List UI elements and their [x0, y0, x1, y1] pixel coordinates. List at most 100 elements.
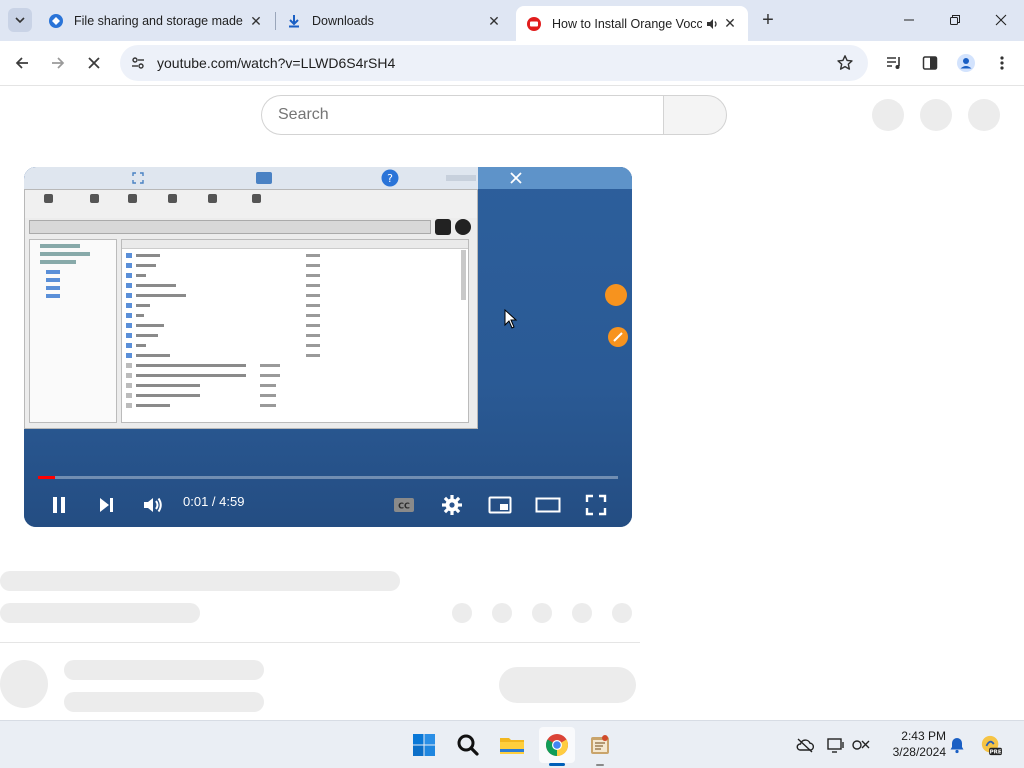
back-button[interactable] [8, 49, 36, 77]
orange-edit-icon [608, 327, 628, 347]
miniplayer-button[interactable] [486, 491, 514, 519]
folder-icon [500, 738, 524, 754]
fullscreen-icon [132, 172, 144, 184]
site-info-icon[interactable] [126, 51, 150, 75]
system-clock[interactable]: 2:43 PM 3/28/2024 [870, 728, 946, 760]
monitor-icon [256, 172, 272, 184]
theater-mode-button[interactable] [534, 491, 562, 519]
pause-icon [53, 497, 65, 513]
music-queue-icon [887, 57, 900, 69]
open-app-indicator [596, 764, 604, 766]
tool-button [83, 194, 105, 205]
tool-button [161, 194, 183, 205]
forward-button[interactable] [44, 49, 72, 77]
close-icon [88, 57, 100, 69]
file-manager-path-bar [29, 220, 431, 234]
captions-button[interactable]: CC [390, 491, 418, 519]
skeleton-action [532, 603, 552, 623]
skeleton-subtitle [0, 603, 200, 623]
folder-tree [29, 239, 117, 423]
notifications-bell-icon[interactable] [946, 734, 968, 756]
youtube-search-button[interactable] [663, 95, 727, 135]
fullscreen-button[interactable] [582, 491, 610, 519]
tab-title: File sharing and storage made [74, 14, 243, 28]
next-button[interactable] [92, 491, 120, 519]
onedrive-icon[interactable] [794, 734, 816, 756]
close-icon[interactable]: ✕ [248, 13, 264, 29]
mouse-cursor-icon [504, 309, 518, 329]
header-icon-placeholder[interactable] [920, 99, 952, 131]
side-panel-button[interactable] [916, 49, 944, 77]
url-text[interactable]: youtube.com/watch?v=LLWD6S4rSH4 [157, 55, 395, 71]
restore-button[interactable] [932, 0, 978, 40]
volume-icon [144, 497, 162, 513]
header-icon-placeholder[interactable] [968, 99, 1000, 131]
speaker-icon[interactable] [702, 16, 722, 32]
tool-button [245, 194, 267, 205]
tool-button [201, 194, 223, 205]
volume-muted-icon[interactable] [850, 734, 872, 756]
windows-taskbar: 2:43 PM 3/28/2024 PRE [0, 720, 1024, 768]
start-button[interactable] [406, 727, 442, 763]
gear-icon [442, 495, 462, 515]
app-taskbar-button[interactable] [582, 727, 618, 763]
clock-date: 3/28/2024 [892, 745, 946, 759]
arrow-right-icon [435, 219, 451, 235]
skeleton-channel-subs [64, 692, 264, 712]
youtube-search-input[interactable]: Search [261, 95, 664, 135]
minimize-button[interactable] [886, 0, 932, 40]
settings-button[interactable] [438, 491, 466, 519]
video-player[interactable]: ? CC 0:01 / 4:59 [24, 167, 632, 527]
close-icon[interactable]: ✕ [722, 15, 738, 32]
minimize-icon [904, 19, 914, 21]
header-icon-placeholder[interactable] [872, 99, 904, 131]
new-tab-button[interactable]: + [756, 8, 780, 32]
tab-file-sharing[interactable]: File sharing and storage made ✕ [38, 6, 274, 36]
menu-button[interactable] [988, 49, 1016, 77]
tab-strip: File sharing and storage made ✕ Download… [0, 0, 1024, 41]
skeleton-action [452, 603, 472, 623]
skeleton-subscribe-button [499, 667, 636, 703]
tab-youtube-video[interactable]: How to Install Orange Vocc ✕ [516, 6, 748, 41]
close-icon [510, 172, 522, 184]
skeleton-action [572, 603, 592, 623]
closed-captions-icon: CC [394, 498, 414, 512]
browser-toolbar: youtube.com/watch?v=LLWD6S4rSH4 [0, 41, 1024, 86]
help-icon: ? [381, 169, 399, 187]
skeleton-action [612, 603, 632, 623]
media-controls-button[interactable] [880, 49, 908, 77]
stop-loading-button[interactable] [80, 49, 108, 77]
file-list-scrollbar [461, 250, 466, 300]
chrome-icon [546, 734, 568, 756]
file-list [121, 239, 469, 423]
restore-icon [950, 15, 960, 25]
skeleton-avatar [0, 660, 48, 708]
arrow-right-icon [52, 57, 65, 69]
pause-button[interactable] [45, 491, 73, 519]
chrome-taskbar-button[interactable] [539, 727, 575, 763]
active-app-indicator [549, 763, 565, 766]
volume-button[interactable] [139, 491, 167, 519]
video-progress-bar[interactable] [38, 476, 618, 479]
svg-text:CC: CC [398, 502, 410, 511]
video-frame: ? [24, 167, 632, 527]
close-icon[interactable]: ✕ [486, 13, 502, 29]
tab-downloads[interactable]: Downloads ✕ [276, 6, 512, 36]
address-bar[interactable]: youtube.com/watch?v=LLWD6S4rSH4 [120, 45, 868, 81]
tab-search-button[interactable] [8, 8, 32, 32]
file-explorer-button[interactable] [494, 727, 530, 763]
display-icon[interactable] [825, 734, 847, 756]
clock-time: 2:43 PM [901, 729, 946, 743]
close-window-button[interactable] [978, 0, 1024, 40]
refresh-icon [455, 219, 471, 235]
bookmark-star-icon[interactable] [834, 52, 856, 74]
video-progress-fill [38, 476, 56, 479]
close-icon [995, 14, 1007, 26]
copilot-pre-icon[interactable]: PRE [980, 734, 1002, 756]
side-panel-icon [922, 56, 938, 70]
more-vertical-icon [1000, 56, 1004, 70]
skeleton-action [492, 603, 512, 623]
svg-text:?: ? [387, 172, 393, 185]
search-button[interactable] [450, 727, 486, 763]
profile-button[interactable] [952, 49, 980, 77]
